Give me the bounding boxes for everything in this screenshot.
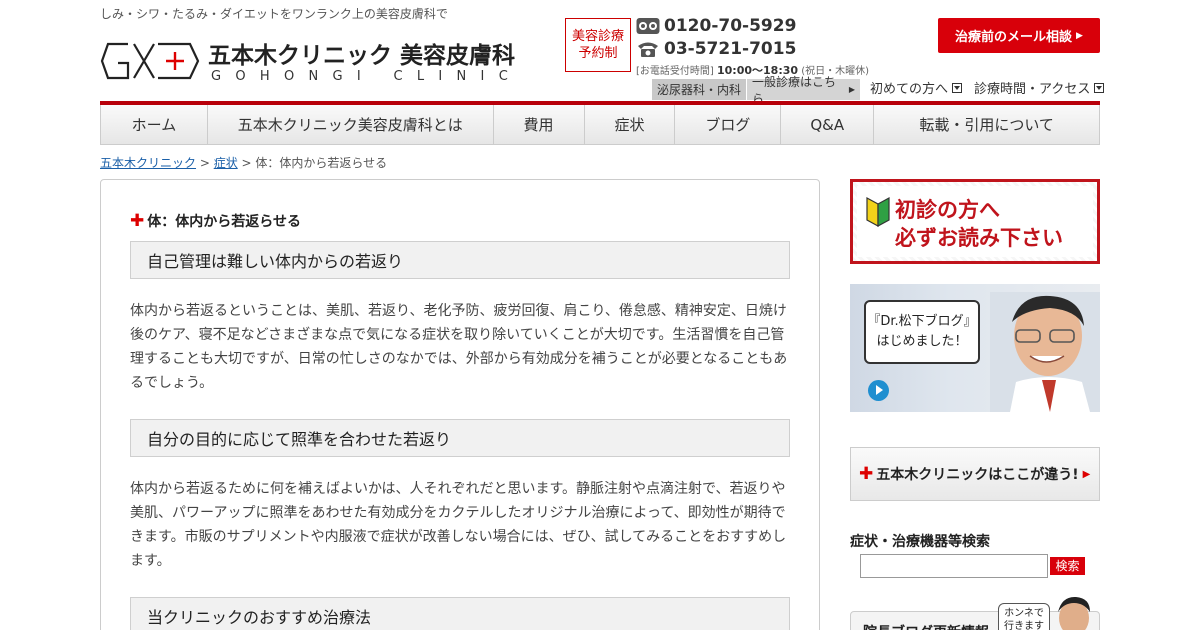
- link-hours-access-label: 診療時間・アクセス: [974, 82, 1091, 97]
- mail-consult-button[interactable]: 治療前のメール相談 ▶: [938, 18, 1100, 53]
- red-cross-icon: ✚: [130, 211, 145, 231]
- nav-symptoms[interactable]: 症状: [585, 105, 676, 144]
- first-visit-line1: 初診の方へ: [895, 198, 1000, 222]
- section-paragraph: 体内から若返るために何を補えばよいかは、人それぞれだと思います。静脈注射や点滴注…: [130, 481, 787, 569]
- breadcrumb-current: > 体：体内から若返らせる: [237, 156, 388, 170]
- blog-banner-line1: 『Dr.松下ブログ』: [867, 314, 977, 329]
- breadcrumb-separator: >: [196, 156, 214, 170]
- caret-right-icon: ▶: [1076, 30, 1083, 41]
- doctor-photo: [990, 292, 1100, 412]
- tel-phone[interactable]: 03-5721-7015: [636, 39, 796, 59]
- clinic-logo[interactable]: [100, 38, 200, 84]
- tab-general[interactable]: 一般診療はこちら ▶: [747, 75, 860, 106]
- speech-bubble: 『Dr.松下ブログ』 はじめました！: [864, 300, 980, 364]
- play-icon: [868, 380, 889, 401]
- difference-banner[interactable]: ✚ 五本木クリニックはここが違う! ▶: [850, 447, 1100, 501]
- caret-right-icon: ▶: [1082, 468, 1091, 480]
- caret-right-icon: ▶: [848, 85, 855, 94]
- page-title-text: 体：体内から若返らせる: [147, 214, 301, 230]
- search-input[interactable]: [860, 554, 1048, 578]
- nav-blog[interactable]: ブログ: [675, 105, 782, 144]
- search-button[interactable]: 検索: [1050, 557, 1085, 575]
- director-photo: [1058, 596, 1090, 630]
- section-heading: 自己管理は難しい体内からの若返り: [130, 241, 790, 279]
- site-tagline: しみ・シワ・たるみ・ダイエットをワンランク上の美容皮膚科で: [100, 7, 448, 21]
- freedial-phone[interactable]: 0120-70-5929: [636, 16, 796, 36]
- honne-line2: 行きます: [1004, 621, 1044, 630]
- breadcrumb-symptoms[interactable]: 症状: [214, 156, 238, 170]
- honne-bubble: ホンネで 行きます: [998, 603, 1050, 630]
- section-paragraph: 体内から若返るということは、美肌、若返り、老化予防、疲労回復、肩こり、倦怠感、精…: [130, 303, 788, 391]
- telephone-icon: [636, 40, 660, 58]
- tab-urology[interactable]: 泌尿器科・内科: [652, 79, 746, 100]
- freedial-icon: [636, 17, 660, 35]
- page-title: ✚ 体：体内から若返らせる: [130, 211, 301, 231]
- section-heading: 当クリニックのおすすめ治療法: [130, 597, 790, 630]
- difference-banner-label: 五本木クリニックはここが違う!: [876, 467, 1079, 483]
- honne-line1: ホンネで: [1004, 608, 1044, 619]
- nav-about[interactable]: 五本木クリニック美容皮膚科とは: [208, 105, 494, 144]
- clinic-name[interactable]: 五本木クリニック 美容皮膚科: [208, 36, 515, 70]
- search-title: 症状・治療機器等検索: [850, 534, 990, 550]
- blog-banner-line2: はじめました！: [876, 334, 968, 349]
- section-heading: 自分の目的に応じて照準を合わせた若返り: [130, 419, 790, 457]
- dr-blog-banner[interactable]: 『Dr.松下ブログ』 はじめました！: [850, 284, 1100, 412]
- main-nav: ホーム 五本木クリニック美容皮膚科とは 費用 症状 ブログ Q&A 転載・引用に…: [100, 105, 1100, 145]
- clinic-roman-name: GOHONGI CLINIC: [211, 69, 523, 84]
- link-first-visit[interactable]: 初めての方へ: [870, 78, 963, 97]
- first-visit-banner[interactable]: 初診の方へ 必ずお読み下さい: [850, 179, 1100, 264]
- mail-consult-label: 治療前のメール相談: [955, 30, 1073, 45]
- first-visit-text: 初診の方へ 必ずお読み下さい: [895, 196, 1063, 252]
- link-first-visit-label: 初めての方へ: [870, 82, 949, 97]
- red-cross-icon: ✚: [859, 464, 874, 484]
- dropdown-square-icon: [952, 82, 963, 93]
- nav-cost[interactable]: 費用: [494, 105, 585, 144]
- first-visit-line2: 必ずお読み下さい: [895, 226, 1063, 250]
- reservation-badge: 美容診療予約制: [565, 18, 631, 72]
- nav-home[interactable]: ホーム: [101, 105, 208, 144]
- dropdown-square-icon: [1094, 82, 1105, 93]
- breadcrumb-home[interactable]: 五本木クリニック: [100, 156, 196, 170]
- beginner-mark-icon: [866, 196, 890, 228]
- nav-qa[interactable]: Q&A: [781, 105, 875, 144]
- hours-label: [お電話受付時間]: [636, 66, 714, 77]
- breadcrumb: 五本木クリニック > 症状 > 体：体内から若返らせる: [100, 154, 387, 171]
- link-hours-access[interactable]: 診療時間・アクセス: [974, 78, 1105, 97]
- tel-number: 03-5721-7015: [664, 39, 797, 59]
- tab-urology-label: 泌尿器科・内科: [657, 83, 742, 97]
- freedial-number: 0120-70-5929: [664, 16, 797, 36]
- nav-reprint[interactable]: 転載・引用について: [874, 105, 1099, 144]
